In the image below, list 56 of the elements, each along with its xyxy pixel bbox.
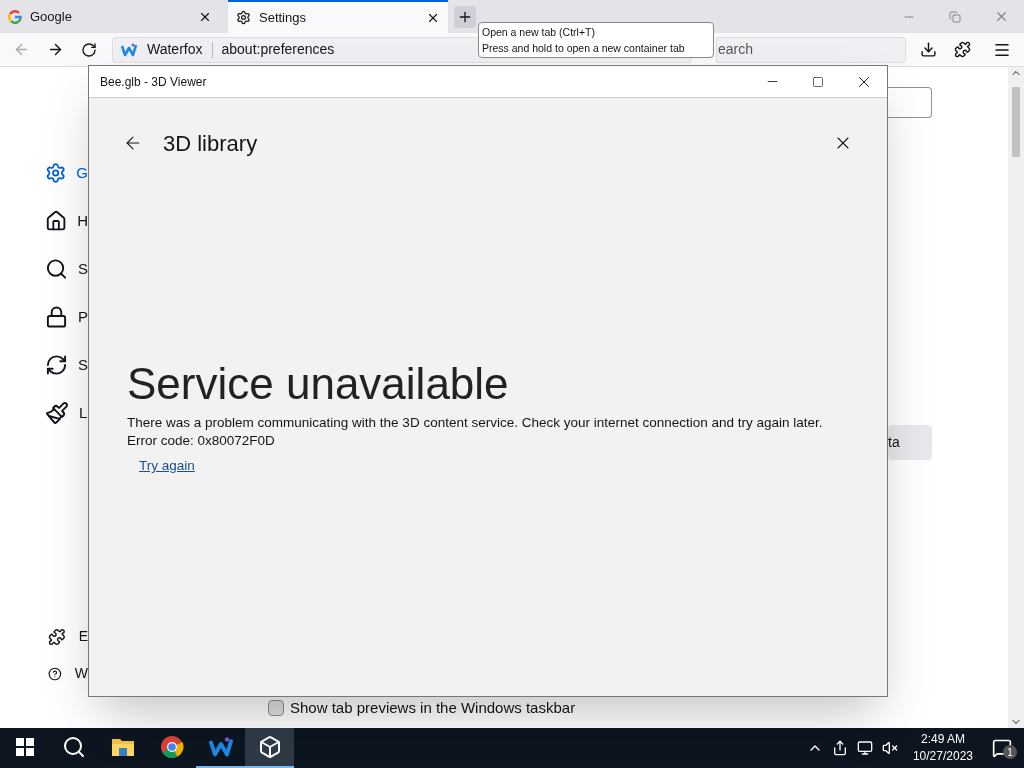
- new-tab-button[interactable]: [454, 5, 476, 28]
- search-icon: [61, 735, 86, 759]
- wave-logo-icon: [208, 735, 233, 759]
- scrollbar[interactable]: [1008, 67, 1024, 728]
- cube-icon: [257, 735, 282, 759]
- clock[interactable]: 2:49 AM 10/27/2023: [906, 731, 979, 765]
- sync-icon: [45, 353, 68, 377]
- checkbox-label: Show tab previews in the Windows taskbar: [290, 698, 576, 718]
- download-icon[interactable]: [920, 41, 937, 58]
- settings-button[interactable]: ta: [888, 425, 932, 460]
- checkbox[interactable]: [268, 700, 284, 717]
- folder-icon: [110, 737, 135, 757]
- window-title: Bee.glb - 3D Viewer: [99, 73, 208, 91]
- taskbar-button[interactable]: [245, 728, 294, 768]
- reload-icon[interactable]: [81, 41, 97, 58]
- scroll-thumb[interactable]: [1012, 87, 1020, 157]
- tooltip: Open a new tab (Ctrl+T) Press and hold to open a new container tab: [478, 22, 714, 58]
- sidebar-item[interactable]: G: [45, 149, 88, 197]
- search-icon: [45, 257, 68, 281]
- sidebar-item[interactable]: S: [45, 341, 88, 389]
- network-icon[interactable]: [856, 740, 873, 756]
- url-text: about:preferences: [221, 40, 335, 59]
- sidebar-item[interactable]: S: [45, 245, 88, 293]
- sidebar-item[interactable]: L: [45, 389, 88, 437]
- paintbrush-icon: [45, 401, 69, 425]
- sidebar-item[interactable]: W: [45, 655, 88, 692]
- search-field[interactable]: earch: [716, 36, 906, 63]
- identity-label: Waterfox: [147, 40, 203, 59]
- muted-speaker-icon[interactable]: [881, 740, 898, 756]
- forward-icon[interactable]: [47, 41, 64, 58]
- page-title: 3D library: [163, 129, 259, 158]
- notification-count: 1: [1003, 745, 1017, 759]
- wave-logo-icon: [121, 41, 137, 58]
- round-browser-icon: [159, 735, 184, 759]
- tab-title: Google: [30, 7, 73, 26]
- lock-icon: [45, 305, 68, 329]
- google-logo-icon: [8, 9, 22, 24]
- sidebar-item[interactable]: E: [45, 618, 88, 655]
- gear-icon: [45, 161, 67, 185]
- search-text: earch: [718, 40, 754, 59]
- error-code: Error code: 0x80072F0D: [127, 432, 276, 450]
- browser-tab[interactable]: Settings: [228, 0, 448, 33]
- puzzle-icon: [48, 626, 66, 647]
- try-again-link[interactable]: Try again: [139, 456, 195, 477]
- gear-icon: [236, 10, 251, 25]
- puzzle-icon[interactable]: [954, 41, 971, 58]
- windows-start-icon: [15, 738, 34, 756]
- maximize-icon[interactable]: [812, 75, 824, 88]
- tray-app-icon[interactable]: [831, 740, 848, 756]
- sidebar-item[interactable]: P: [45, 293, 88, 341]
- sidebar-item[interactable]: H: [45, 197, 88, 245]
- browser-tab[interactable]: Google: [0, 0, 220, 33]
- error-title: Service unavailable: [127, 358, 510, 410]
- error-message: There was a problem communicating with the 3D content service. Check your internet connection and try again later.: [127, 414, 824, 432]
- home-icon: [45, 209, 68, 233]
- tab-title: Settings: [259, 8, 307, 27]
